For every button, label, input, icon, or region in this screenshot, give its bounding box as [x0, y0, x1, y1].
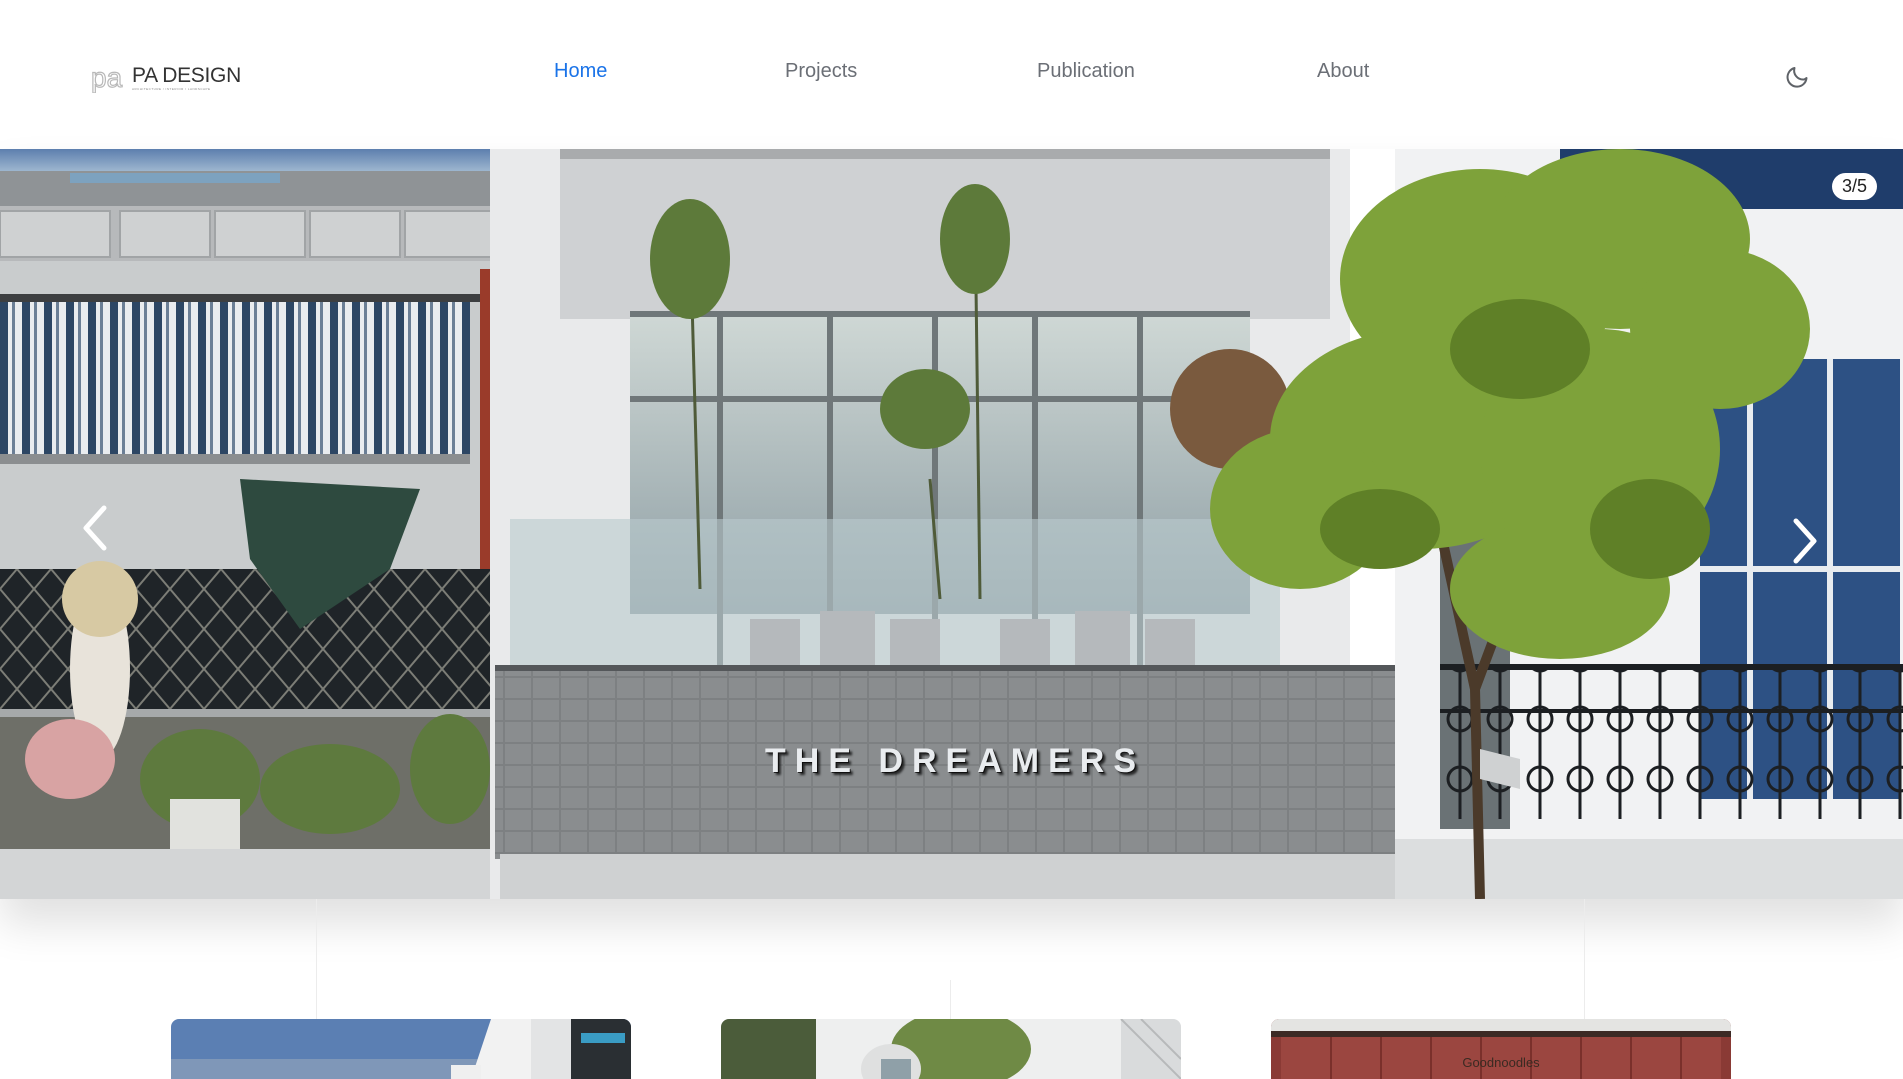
project-thumbnail [721, 1019, 1181, 1079]
site-header: pa PA DESIGN ARCHITECTURE / INTERIOR / L… [0, 0, 1903, 149]
hero-slide-image [0, 149, 1903, 899]
project-card-caption: Goodnoodles [1462, 1055, 1540, 1070]
project-thumbnail [171, 1019, 631, 1079]
project-card[interactable]: Goodnoodles [1271, 1019, 1731, 1079]
moon-icon [1786, 67, 1808, 88]
theme-toggle-button[interactable] [1785, 61, 1813, 89]
grid-divider [950, 980, 951, 1020]
grid-divider [1584, 899, 1585, 1019]
nav-home[interactable]: Home [554, 60, 607, 83]
nav-about[interactable]: About [1317, 60, 1369, 83]
project-card[interactable] [171, 1019, 631, 1079]
nav-publication[interactable]: Publication [1037, 60, 1135, 83]
project-card[interactable] [721, 1019, 1181, 1079]
project-thumbnail [1271, 1019, 1731, 1079]
hero-carousel[interactable]: THE DREAMERS 3/5 [0, 149, 1903, 899]
chevron-right-icon [1793, 518, 1817, 564]
chevron-left-icon [83, 505, 107, 551]
nav-projects[interactable]: Projects [785, 60, 857, 83]
grid-divider [316, 899, 317, 1019]
main-nav: Home Projects Publication About [0, 60, 1903, 90]
slide-counter: 3/5 [1831, 173, 1877, 200]
building-sign-text: THE DREAMERS [765, 742, 1146, 780]
carousel-prev-button[interactable] [76, 502, 116, 554]
carousel-next-button[interactable] [1784, 515, 1824, 567]
